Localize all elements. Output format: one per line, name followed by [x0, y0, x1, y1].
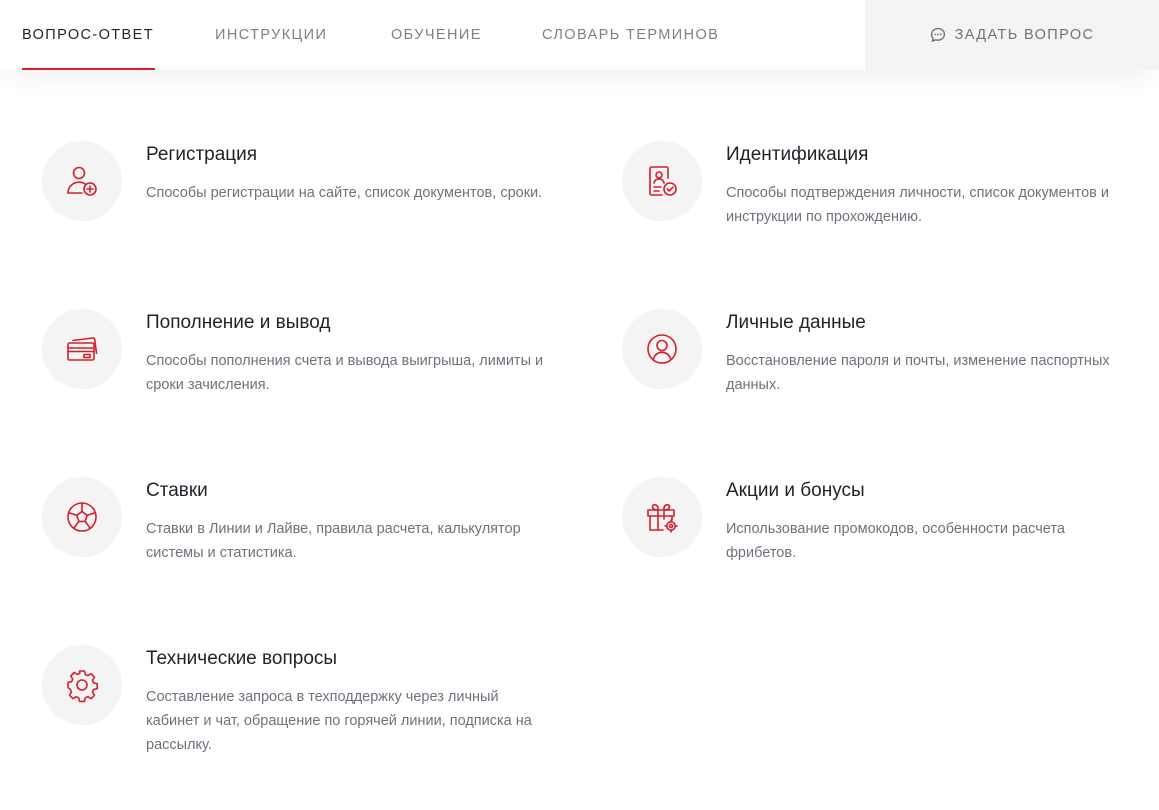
category-icon-wrapper	[42, 477, 122, 557]
category-bets[interactable]: Ставки Ставки в Линии и Лайве, правила р…	[42, 477, 542, 617]
tab-training[interactable]: ОБУЧЕНИЕ	[391, 0, 482, 70]
category-description: Способы пополнения счета и вывода выигры…	[146, 353, 544, 393]
category-icon-wrapper	[42, 141, 122, 221]
category-description: Составление запроса в техподдержку через…	[146, 689, 532, 753]
category-icon-wrapper	[622, 477, 702, 557]
category-title: Личные данные	[726, 312, 866, 333]
tab-glossary[interactable]: СЛОВАРЬ ТЕРМИНОВ	[542, 0, 719, 70]
wallet-card-icon	[67, 337, 98, 361]
profile-icon	[647, 334, 677, 364]
category-deposit-withdrawal[interactable]: Пополнение и вывод Способы пополнения сч…	[42, 309, 543, 449]
ask-question-button[interactable]: ЗАДАТЬ ВОПРОС	[865, 0, 1159, 70]
category-icon-wrapper	[622, 141, 702, 221]
category-technical[interactable]: Технические вопросы Составление запроса …	[42, 645, 542, 785]
category-description: Использование промокодов, особенности ра…	[726, 521, 1065, 561]
category-icon-wrapper	[622, 309, 702, 389]
category-title: Идентификация	[726, 144, 869, 165]
tab-instructions[interactable]: ИНСТРУКЦИИ	[215, 0, 327, 70]
chat-bubble-icon	[930, 27, 945, 42]
category-personal-data[interactable]: Личные данные Восстановление пароля и по…	[622, 309, 1122, 449]
category-registration[interactable]: Регистрация Способы регистрации на сайте…	[42, 141, 542, 281]
category-description: Восстановление пароля и почты, изменение…	[726, 353, 1110, 393]
soccer-ball-icon	[67, 502, 97, 532]
category-title: Технические вопросы	[146, 648, 338, 669]
user-add-icon	[67, 166, 97, 196]
faq-categories: Регистрация Способы регистрации на сайте…	[0, 70, 1159, 810]
category-icon-wrapper	[42, 309, 122, 389]
category-description: Способы подтверждения личности, список д…	[726, 185, 1110, 225]
top-navigation: ВОПРОС-ОТВЕТ ИНСТРУКЦИИ ОБУЧЕНИЕ СЛОВАРЬ…	[0, 0, 1159, 70]
ask-question-label: ЗАДАТЬ ВОПРОС	[954, 27, 1095, 43]
category-identification[interactable]: Идентификация Способы подтверждения личн…	[622, 141, 1122, 281]
category-title: Пополнение и вывод	[146, 312, 331, 333]
gift-icon	[647, 503, 678, 533]
category-title: Регистрация	[146, 144, 258, 165]
category-title: Ставки	[146, 480, 208, 501]
gear-icon	[67, 670, 98, 703]
category-description: Способы регистрации на сайте, список док…	[146, 185, 543, 201]
category-title: Акции и бонусы	[726, 480, 865, 501]
category-icon-wrapper	[42, 645, 122, 725]
category-promotions[interactable]: Акции и бонусы Использование промокодов,…	[622, 477, 1122, 617]
tab-faq[interactable]: ВОПРОС-ОТВЕТ	[22, 0, 155, 70]
category-description: Ставки в Линии и Лайве, правила расчета,…	[146, 521, 521, 561]
id-check-icon	[649, 166, 677, 196]
